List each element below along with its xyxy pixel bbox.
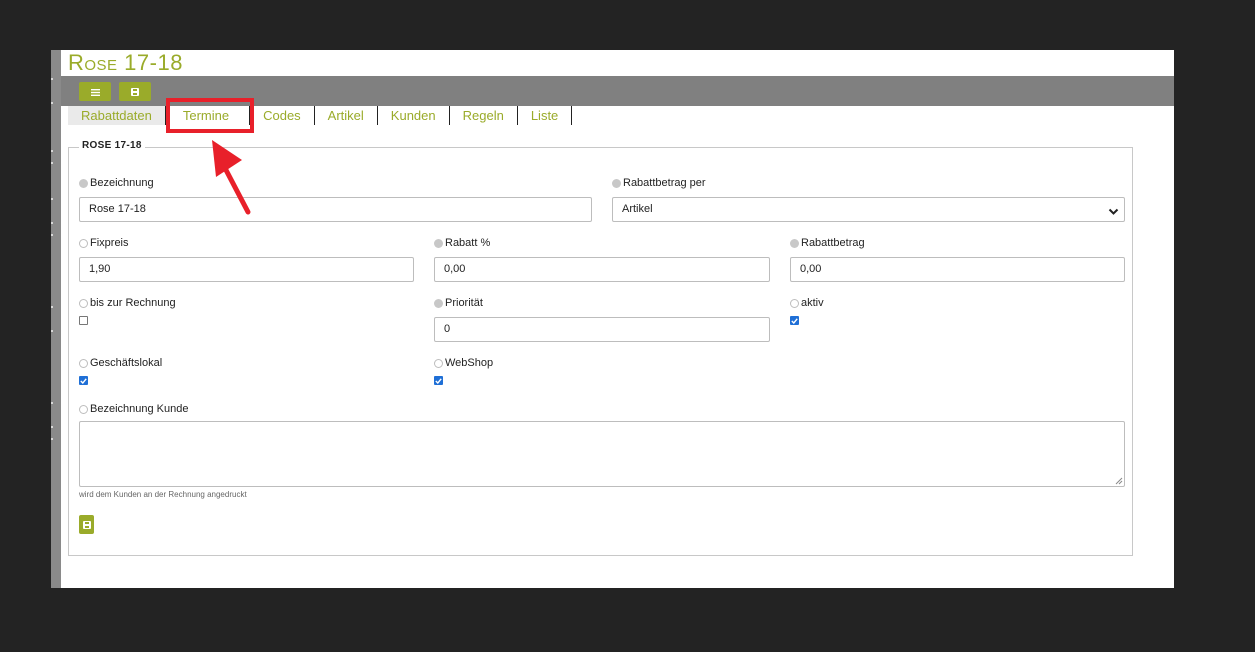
prioritaet-field: Priorität 0 — [434, 296, 770, 342]
rabattbetrag-input[interactable]: 0,00 — [790, 257, 1125, 282]
fixpreis-input[interactable]: 1,90 — [79, 257, 414, 282]
rabattbetrag-field: Rabattbetrag 0,00 — [790, 236, 1125, 282]
required-indicator-icon — [79, 178, 88, 188]
fixpreis-label: Fixpreis — [90, 237, 129, 249]
geschaeftslokal-checkbox[interactable] — [79, 376, 88, 385]
chevron-down-icon — [1108, 203, 1119, 226]
geschaeftslokal-label: Geschäftslokal — [90, 357, 163, 369]
tab-artikel[interactable]: Artikel — [315, 106, 378, 125]
optional-indicator-icon — [79, 404, 88, 414]
save-button[interactable] — [79, 515, 94, 534]
rabatt-pct-label: Rabatt % — [445, 237, 491, 249]
rabattbetrag-label: Rabattbetrag — [801, 237, 865, 249]
bezeichnung-input[interactable]: Rose 17-18 — [79, 197, 592, 222]
webshop-field: WebShop — [434, 356, 770, 385]
resize-handle-icon — [1115, 477, 1123, 485]
bezeichnung-kunde-field: Bezeichnung Kunde — [79, 402, 579, 416]
bezeichnung-kunde-textarea[interactable] — [79, 421, 1125, 487]
bis-zur-rechnung-field: bis zur Rechnung — [79, 296, 414, 325]
optional-indicator-icon — [79, 238, 88, 248]
menu-button[interactable] — [79, 82, 111, 101]
save-icon — [131, 83, 139, 101]
webshop-label: WebShop — [445, 357, 494, 369]
bezeichnung-kunde-hint: wird dem Kunden an der Rechnung angedruc… — [79, 490, 247, 499]
page-title: Rose 17-18 — [68, 50, 183, 75]
tab-regeln[interactable]: Regeln — [450, 106, 518, 125]
required-indicator-icon — [434, 238, 443, 248]
optional-indicator-icon — [434, 358, 443, 368]
bezeichnung-label: Bezeichnung — [90, 177, 154, 189]
list-icon — [90, 83, 100, 101]
optional-indicator-icon — [79, 358, 88, 368]
tab-kunden[interactable]: Kunden — [378, 106, 450, 125]
aktiv-label: aktiv — [801, 297, 824, 309]
save-icon — [82, 516, 91, 534]
geschaeftslokal-field: Geschäftslokal — [79, 356, 414, 385]
optional-indicator-icon — [790, 298, 799, 308]
left-sidebar-strip — [51, 50, 61, 588]
rabattbetrag-per-value: Artikel — [622, 203, 653, 215]
rabatt-pct-field: Rabatt % 0,00 — [434, 236, 770, 282]
tab-rabattdaten[interactable]: Rabattdaten — [68, 106, 166, 125]
save-toolbar-button[interactable] — [119, 82, 151, 101]
fixpreis-field: Fixpreis 1,90 — [79, 236, 414, 282]
required-indicator-icon — [434, 298, 443, 308]
bis-zur-rechnung-checkbox[interactable] — [79, 316, 88, 325]
optional-indicator-icon — [79, 298, 88, 308]
main-page: Rose 17-18 Rabattdaten Termine Codes Art… — [51, 50, 1174, 588]
bezeichnung-field: Bezeichnung Rose 17-18 — [79, 176, 592, 222]
prioritaet-label: Priorität — [445, 297, 483, 309]
aktiv-checkbox[interactable] — [790, 316, 799, 325]
tab-liste[interactable]: Liste — [518, 106, 573, 125]
tab-bar: Rabattdaten Termine Codes Artikel Kunden… — [68, 106, 573, 125]
webshop-checkbox[interactable] — [434, 376, 443, 385]
tab-codes[interactable]: Codes — [250, 106, 315, 125]
checkmark-icon — [791, 317, 798, 324]
bezeichnung-kunde-label: Bezeichnung Kunde — [90, 403, 189, 415]
rabattbetrag-per-field: Rabattbetrag per Artikel — [612, 176, 1125, 222]
required-indicator-icon — [790, 238, 799, 248]
rabattbetrag-per-select[interactable]: Artikel — [612, 197, 1125, 222]
rabatt-pct-input[interactable]: 0,00 — [434, 257, 770, 282]
discount-form: ROSE 17-18 Bezeichnung Rose 17-18 Rabatt… — [68, 140, 1133, 556]
checkmark-icon — [80, 377, 87, 384]
checkmark-icon — [435, 377, 442, 384]
prioritaet-input[interactable]: 0 — [434, 317, 770, 342]
required-indicator-icon — [612, 178, 621, 188]
bis-zur-rechnung-label: bis zur Rechnung — [90, 297, 176, 309]
aktiv-field: aktiv — [790, 296, 1125, 325]
highlight-box — [166, 98, 254, 133]
rabattbetrag-per-label: Rabattbetrag per — [623, 177, 706, 189]
form-legend: ROSE 17-18 — [79, 140, 145, 151]
